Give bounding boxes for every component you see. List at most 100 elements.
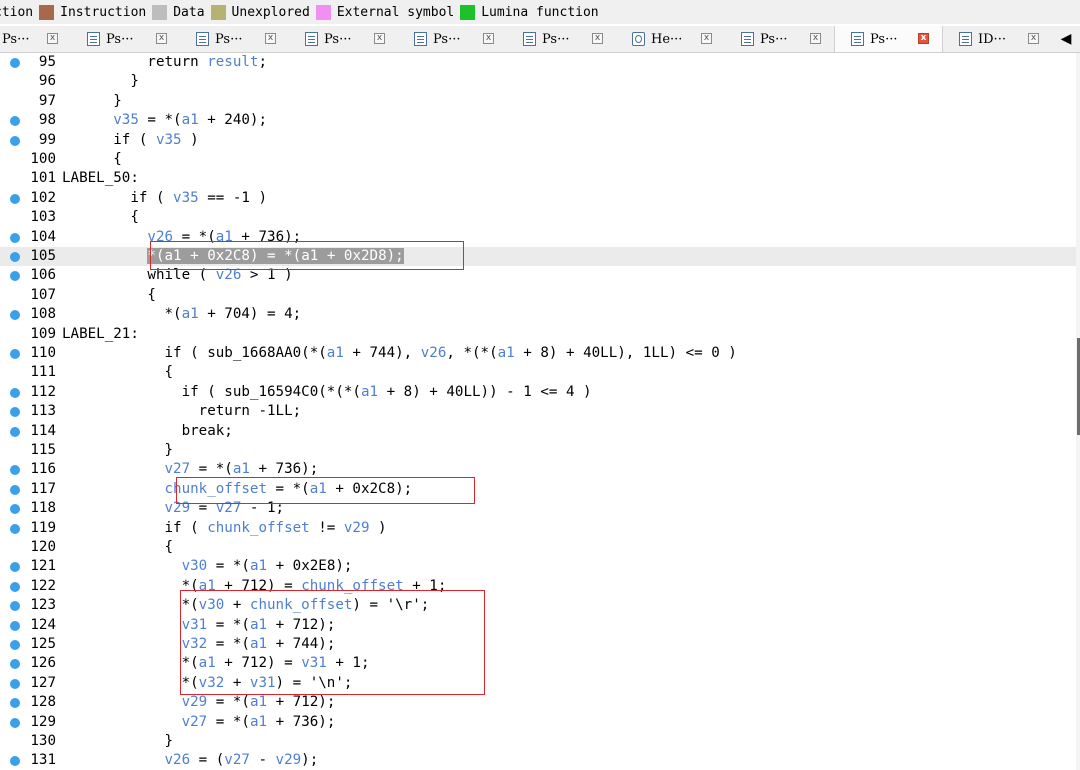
tab-3[interactable]: Ps··· x	[289, 26, 398, 52]
code-text: }	[62, 92, 122, 109]
line-number: 97	[38, 92, 56, 109]
code-line[interactable]: 124 v31 = *(a1 + 712);	[0, 616, 1076, 635]
pseudocode-icon	[196, 32, 209, 46]
line-number: 106	[30, 267, 56, 284]
code-line[interactable]: 103 {	[0, 208, 1076, 227]
code-text: *(a1 + 712) = v31 + 1;	[62, 655, 370, 672]
code-line[interactable]: 102 if ( v35 == -1 )	[0, 189, 1076, 208]
tab-6[interactable]: He··· x	[616, 26, 725, 52]
code-line[interactable]: 109 LABEL_21:	[0, 325, 1076, 344]
code-line[interactable]: 125 v32 = *(a1 + 744);	[0, 635, 1076, 654]
pseudocode-view[interactable]: 95 return result; 96 } 97 } 98 v35 = *(a1 +…	[0, 53, 1076, 770]
code-line[interactable]: 121 v30 = *(a1 + 0x2E8);	[0, 557, 1076, 576]
code-line[interactable]: 114 break;	[0, 422, 1076, 441]
code-line[interactable]: 96 }	[0, 72, 1076, 91]
tab-close-icon[interactable]: x	[47, 33, 58, 44]
code-line[interactable]: 128 v29 = *(a1 + 712);	[0, 693, 1076, 712]
code-line[interactable]: 99 if ( v35 )	[0, 131, 1076, 150]
line-number: 100	[30, 151, 56, 167]
code-line[interactable]: 127 *(v32 + v31) = '\n';	[0, 674, 1076, 693]
legend-swatch	[210, 4, 226, 20]
code-text: v35 = *(a1 + 240);	[113, 112, 268, 129]
tab-close-icon[interactable]: x	[918, 33, 929, 44]
line-number: 116	[30, 461, 56, 478]
code-line[interactable]: 98 v35 = *(a1 + 240);	[0, 111, 1076, 130]
code-line[interactable]: 104 v26 = *(a1 + 736);	[0, 228, 1076, 247]
line-number: 122	[30, 577, 56, 594]
code-line[interactable]: 108 *(a1 + 704) = 4;	[0, 305, 1076, 324]
code-line[interactable]: 130 }	[0, 732, 1076, 751]
tab-scroll-left-arrow[interactable]: ◀	[1052, 26, 1080, 52]
code-line[interactable]: 95 return result;	[0, 53, 1076, 72]
code-text: if ( sub_16594C0(*(*(a1 + 8) + 40LL)) - …	[62, 383, 592, 400]
line-number: 115	[30, 442, 56, 458]
code-line[interactable]: 97 }	[0, 92, 1076, 111]
code-line[interactable]: 129 v27 = *(a1 + 736);	[0, 713, 1076, 732]
code-line[interactable]: 123 *(v30 + chunk_offset) = '\r';	[0, 596, 1076, 615]
code-line[interactable]: 101 LABEL_50:	[0, 169, 1076, 188]
code-line[interactable]: 116 v27 = *(a1 + 736);	[0, 460, 1076, 479]
tab-0[interactable]: Ps··· x	[0, 26, 71, 52]
tab-5[interactable]: Ps··· x	[507, 26, 616, 52]
line-number: 117	[30, 480, 56, 497]
code-line[interactable]: 100 {	[0, 150, 1076, 169]
tab-label: Ps···	[870, 31, 898, 47]
code-text: v29 = *(a1 + 712);	[181, 694, 336, 711]
line-number: 128	[30, 694, 56, 711]
code-text: {	[62, 209, 139, 226]
code-text: LABEL_50:	[62, 170, 139, 187]
code-line[interactable]: 112 if ( sub_16594C0(*(*(a1 + 8) + 40LL)…	[0, 383, 1076, 402]
pseudocode-icon	[523, 32, 536, 46]
vertical-scrollbar[interactable]	[1076, 53, 1080, 770]
tab-close-icon[interactable]: x	[374, 33, 385, 44]
code-line[interactable]: 110 if ( sub_1668AA0(*(a1 + 744), v26, *…	[0, 344, 1076, 363]
tab-close-icon[interactable]: x	[701, 33, 712, 44]
tab-close-icon[interactable]: x	[592, 33, 603, 44]
code-text: }	[62, 733, 174, 749]
line-number: 114	[30, 422, 56, 439]
legend-label: Unexplored	[231, 4, 310, 20]
line-number: 107	[30, 286, 56, 303]
code-line[interactable]: 122 *(a1 + 712) = chunk_offset + 1;	[0, 577, 1076, 596]
code-line[interactable]: 131 v26 = (v27 - v29);	[0, 751, 1076, 770]
code-line[interactable]: 106 while ( v26 > 1 )	[0, 266, 1076, 285]
code-line[interactable]: 119 if ( chunk_offset != v29 )	[0, 519, 1076, 538]
pseudocode-icon	[414, 32, 427, 46]
code-line[interactable]: 107 {	[0, 286, 1076, 305]
legend-item: Lumina function	[460, 4, 599, 20]
legend-swatch	[39, 4, 55, 20]
tab-close-icon[interactable]: x	[156, 33, 167, 44]
line-number: 120	[30, 539, 56, 555]
tab-label: Ps···	[542, 31, 570, 47]
tab-9[interactable]: ID··· x	[943, 26, 1052, 52]
code-line[interactable]: 126 *(a1 + 712) = v31 + 1;	[0, 654, 1076, 673]
tab-1[interactable]: Ps··· x	[71, 26, 180, 52]
line-number: 126	[30, 655, 56, 672]
tab-close-icon[interactable]: x	[483, 33, 494, 44]
tab-close-icon[interactable]: x	[265, 33, 276, 44]
code-line[interactable]: 111 {	[0, 363, 1076, 382]
tab-close-icon[interactable]: x	[1028, 33, 1039, 44]
code-line[interactable]: 120 {	[0, 538, 1076, 557]
code-line[interactable]: 113 return -1LL;	[0, 402, 1076, 421]
code-text: {	[62, 286, 156, 303]
tab-4[interactable]: Ps··· x	[398, 26, 507, 52]
code-line[interactable]: 117 chunk_offset = *(a1 + 0x2C8);	[0, 480, 1076, 499]
code-line[interactable]: 115 }	[0, 441, 1076, 460]
code-text: {	[62, 539, 174, 555]
legend-label: ction	[0, 4, 34, 20]
code-line[interactable]: 105 *(a1 + 0x2C8) = *(a1 + 0x2D8);	[0, 247, 1076, 267]
tab-2[interactable]: Ps··· x	[180, 26, 289, 52]
tab-7[interactable]: Ps··· x	[725, 26, 834, 52]
tab-label: Ps···	[760, 31, 788, 47]
code-text: v32 = *(a1 + 744);	[181, 636, 336, 652]
code-line[interactable]: 118 v29 = v27 - 1;	[0, 499, 1076, 518]
code-text: LABEL_21:	[62, 325, 139, 342]
code-text: *(a1 + 712) = chunk_offset + 1;	[62, 577, 447, 594]
legend-label: Instruction	[60, 4, 147, 20]
tab-8[interactable]: Ps··· x	[834, 26, 943, 52]
view-tab-bar: Ps··· x Ps··· x Ps··· x Ps··· x Ps··· x Ps··· x He··…	[0, 26, 1080, 53]
line-number: 105	[30, 248, 56, 264]
line-number: 121	[30, 558, 56, 575]
tab-close-icon[interactable]: x	[810, 33, 821, 44]
